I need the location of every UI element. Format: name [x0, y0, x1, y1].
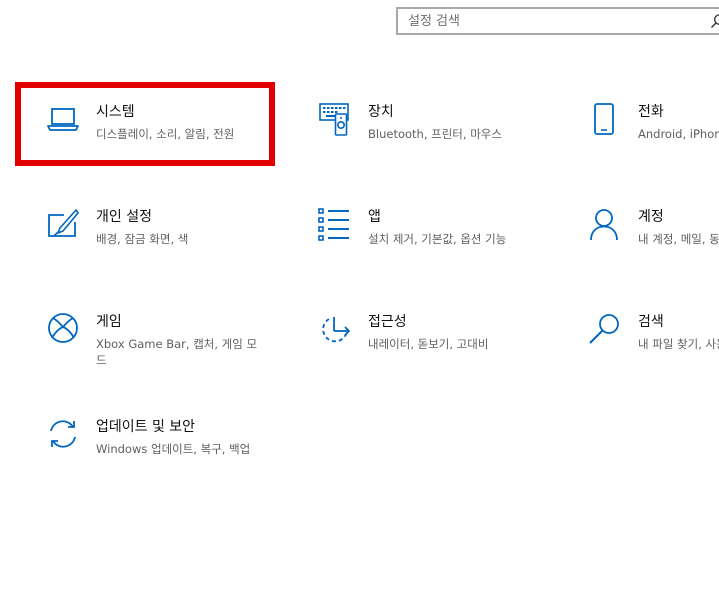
tile-desc: Bluetooth, 프린터, 마우스	[368, 127, 502, 141]
account-icon	[588, 208, 622, 242]
tile-title: 게임	[96, 314, 122, 330]
devices-icon	[318, 103, 352, 137]
tile-desc: Windows 업데이트, 복구, 백업	[96, 442, 251, 456]
tile-title: 개인 설정	[96, 209, 152, 225]
settings-home: 시스템 디스플레이, 소리, 알림, 전원 장치 Bluetooth, 프린터,…	[0, 0, 719, 610]
phone-icon	[588, 103, 622, 137]
tile-accessibility[interactable]: 접근성 내레이터, 돋보기, 고대비	[318, 313, 548, 393]
tile-title: 업데이트 및 보안	[96, 419, 196, 435]
tile-desc: 디스플레이, 소리, 알림, 전원	[96, 127, 235, 141]
accessibility-icon	[318, 313, 352, 347]
tile-personalization[interactable]: 개인 설정 배경, 잠금 화면, 색	[46, 208, 276, 288]
tile-desc: 내 파일 찾기, 사용 권한	[638, 337, 719, 351]
tile-desc: 내레이터, 돋보기, 고대비	[368, 337, 489, 351]
update-icon	[46, 418, 80, 452]
search-box[interactable]	[396, 7, 719, 35]
personalization-icon	[46, 208, 80, 242]
tile-desc: 배경, 잠금 화면, 색	[96, 232, 189, 246]
tile-update-security[interactable]: 업데이트 및 보안 Windows 업데이트, 복구, 백업	[46, 418, 276, 498]
search-icon[interactable]	[710, 13, 719, 29]
tile-title: 장치	[368, 104, 394, 120]
tile-account[interactable]: 계정 내 계정, 메일, 동기화, 회사, 가족	[588, 208, 719, 288]
laptop-icon	[46, 103, 80, 137]
tile-devices[interactable]: 장치 Bluetooth, 프린터, 마우스	[318, 103, 548, 183]
tile-title: 계정	[638, 209, 664, 225]
tile-desc: 설치 제거, 기본값, 옵션 기능	[368, 232, 507, 246]
search-input[interactable]	[408, 11, 698, 31]
tile-desc: 내 계정, 메일, 동기화, 회사, 가족	[638, 232, 719, 246]
tile-gaming[interactable]: 게임 Xbox Game Bar, 캡처, 게임 모드	[46, 313, 276, 393]
apps-icon	[318, 208, 352, 242]
tile-desc: Xbox Game Bar, 캡처, 게임 모드	[96, 337, 258, 367]
tile-title: 전화	[638, 104, 664, 120]
tile-phone[interactable]: 전화 Android, iPhone 연결	[588, 103, 719, 183]
tile-desc: Android, iPhone 연결	[638, 127, 719, 141]
search-icon	[588, 313, 622, 347]
tile-title: 검색	[638, 314, 664, 330]
xbox-icon	[46, 313, 80, 347]
tile-apps[interactable]: 앱 설치 제거, 기본값, 옵션 기능	[318, 208, 548, 288]
tile-title: 접근성	[368, 314, 407, 330]
tile-title: 앱	[368, 209, 381, 225]
tile-title: 시스템	[96, 104, 135, 120]
tile-system[interactable]: 시스템 디스플레이, 소리, 알림, 전원	[46, 103, 276, 183]
tile-search[interactable]: 검색 내 파일 찾기, 사용 권한	[588, 313, 719, 393]
